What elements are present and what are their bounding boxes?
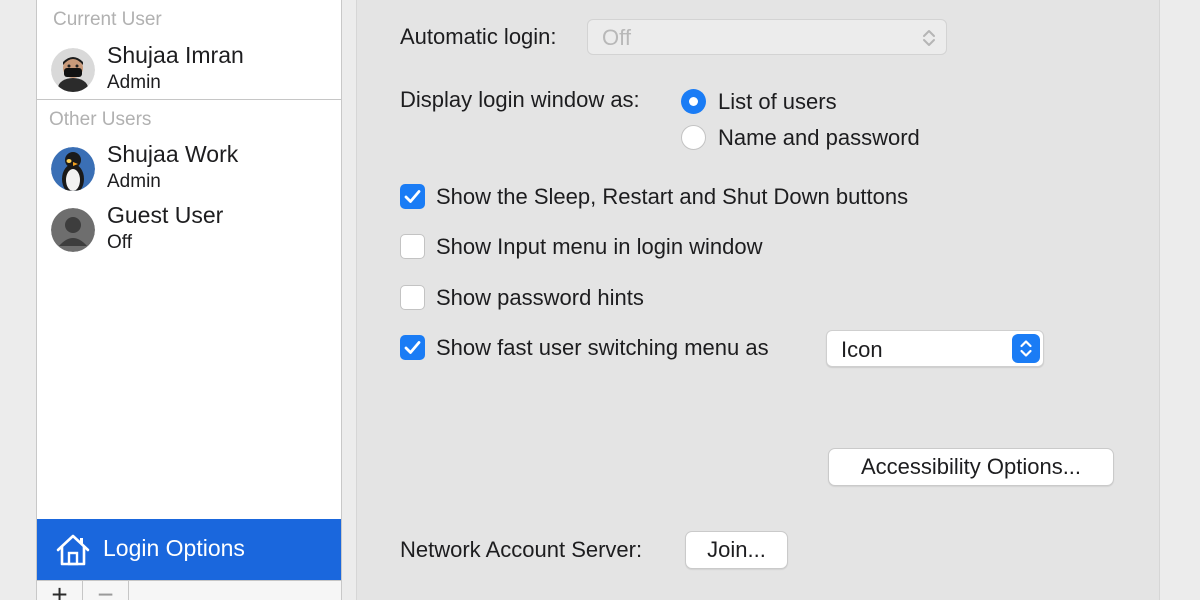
fast-user-switching-value: Icon (841, 337, 883, 362)
person-avatar-icon (51, 48, 95, 92)
add-user-button[interactable]: + (37, 581, 83, 600)
fast-user-switching-popup[interactable]: Icon (826, 330, 1044, 367)
user-role: Admin (107, 72, 161, 93)
radio-list-of-users[interactable] (681, 89, 706, 114)
checkbox-label-input-menu: Show Input menu in login window (436, 234, 763, 259)
automatic-login-popup[interactable]: Off (587, 19, 947, 55)
user-row-guest-user[interactable]: Guest User Off (51, 202, 331, 256)
checkbox-input-menu[interactable] (400, 234, 425, 259)
user-name: Shujaa Imran (107, 42, 244, 68)
checkbox-label-fast-user-switching: Show fast user switching menu as (436, 335, 769, 360)
radio-label-name-and-password: Name and password (718, 125, 920, 150)
popup-arrow-box (1012, 334, 1040, 363)
checkbox-label-password-hints: Show password hints (436, 285, 644, 310)
checkbox-password-hints[interactable] (400, 285, 425, 310)
user-row-current[interactable]: Shujaa Imran Admin (51, 42, 331, 96)
user-row-shujaa-work[interactable]: Shujaa Work Admin (51, 141, 331, 195)
sidebar-divider (37, 99, 341, 100)
user-name: Shujaa Work (107, 141, 239, 167)
checkbox-fast-user-switching[interactable] (400, 335, 425, 360)
other-users-header: Other Users (49, 109, 152, 130)
checkmark-icon (404, 341, 421, 354)
avatar-shujaa-imran (51, 48, 95, 92)
user-role: Off (107, 232, 132, 253)
login-options-panel: Automatic login: Off Display login windo… (356, 0, 1160, 600)
automatic-login-value: Off (602, 25, 631, 50)
login-options-item[interactable]: Login Options (37, 519, 341, 580)
radio-name-and-password[interactable] (681, 125, 706, 150)
radio-label-list-of-users: List of users (718, 89, 837, 114)
guest-avatar-icon (51, 208, 95, 252)
sidebar-footer: + − (37, 580, 341, 600)
checkmark-icon (404, 190, 421, 203)
network-account-server-label: Network Account Server: (400, 537, 643, 562)
remove-user-button[interactable]: − (83, 581, 129, 600)
house-icon (56, 534, 90, 566)
accessibility-options-button[interactable]: Accessibility Options... (828, 448, 1114, 486)
users-sidebar: Current User Shujaa Imran Admin Other Us… (36, 0, 342, 600)
automatic-login-label: Automatic login: (400, 24, 557, 49)
up-down-chevron-icon (923, 30, 935, 46)
current-user-header: Current User (53, 9, 162, 30)
checkbox-label-sleep-restart-shutdown: Show the Sleep, Restart and Shut Down bu… (436, 184, 909, 209)
user-name: Guest User (107, 202, 224, 228)
up-down-chevron-icon (1020, 340, 1032, 357)
user-role: Admin (107, 171, 161, 192)
penguin-avatar-icon (51, 147, 95, 191)
join-button[interactable]: Join... (685, 531, 788, 569)
checkbox-sleep-restart-shutdown[interactable] (400, 184, 425, 209)
avatar-shujaa-work (51, 147, 95, 191)
display-login-window-label: Display login window as: (400, 87, 640, 112)
login-options-label: Login Options (103, 535, 245, 561)
avatar-guest-user (51, 208, 95, 252)
